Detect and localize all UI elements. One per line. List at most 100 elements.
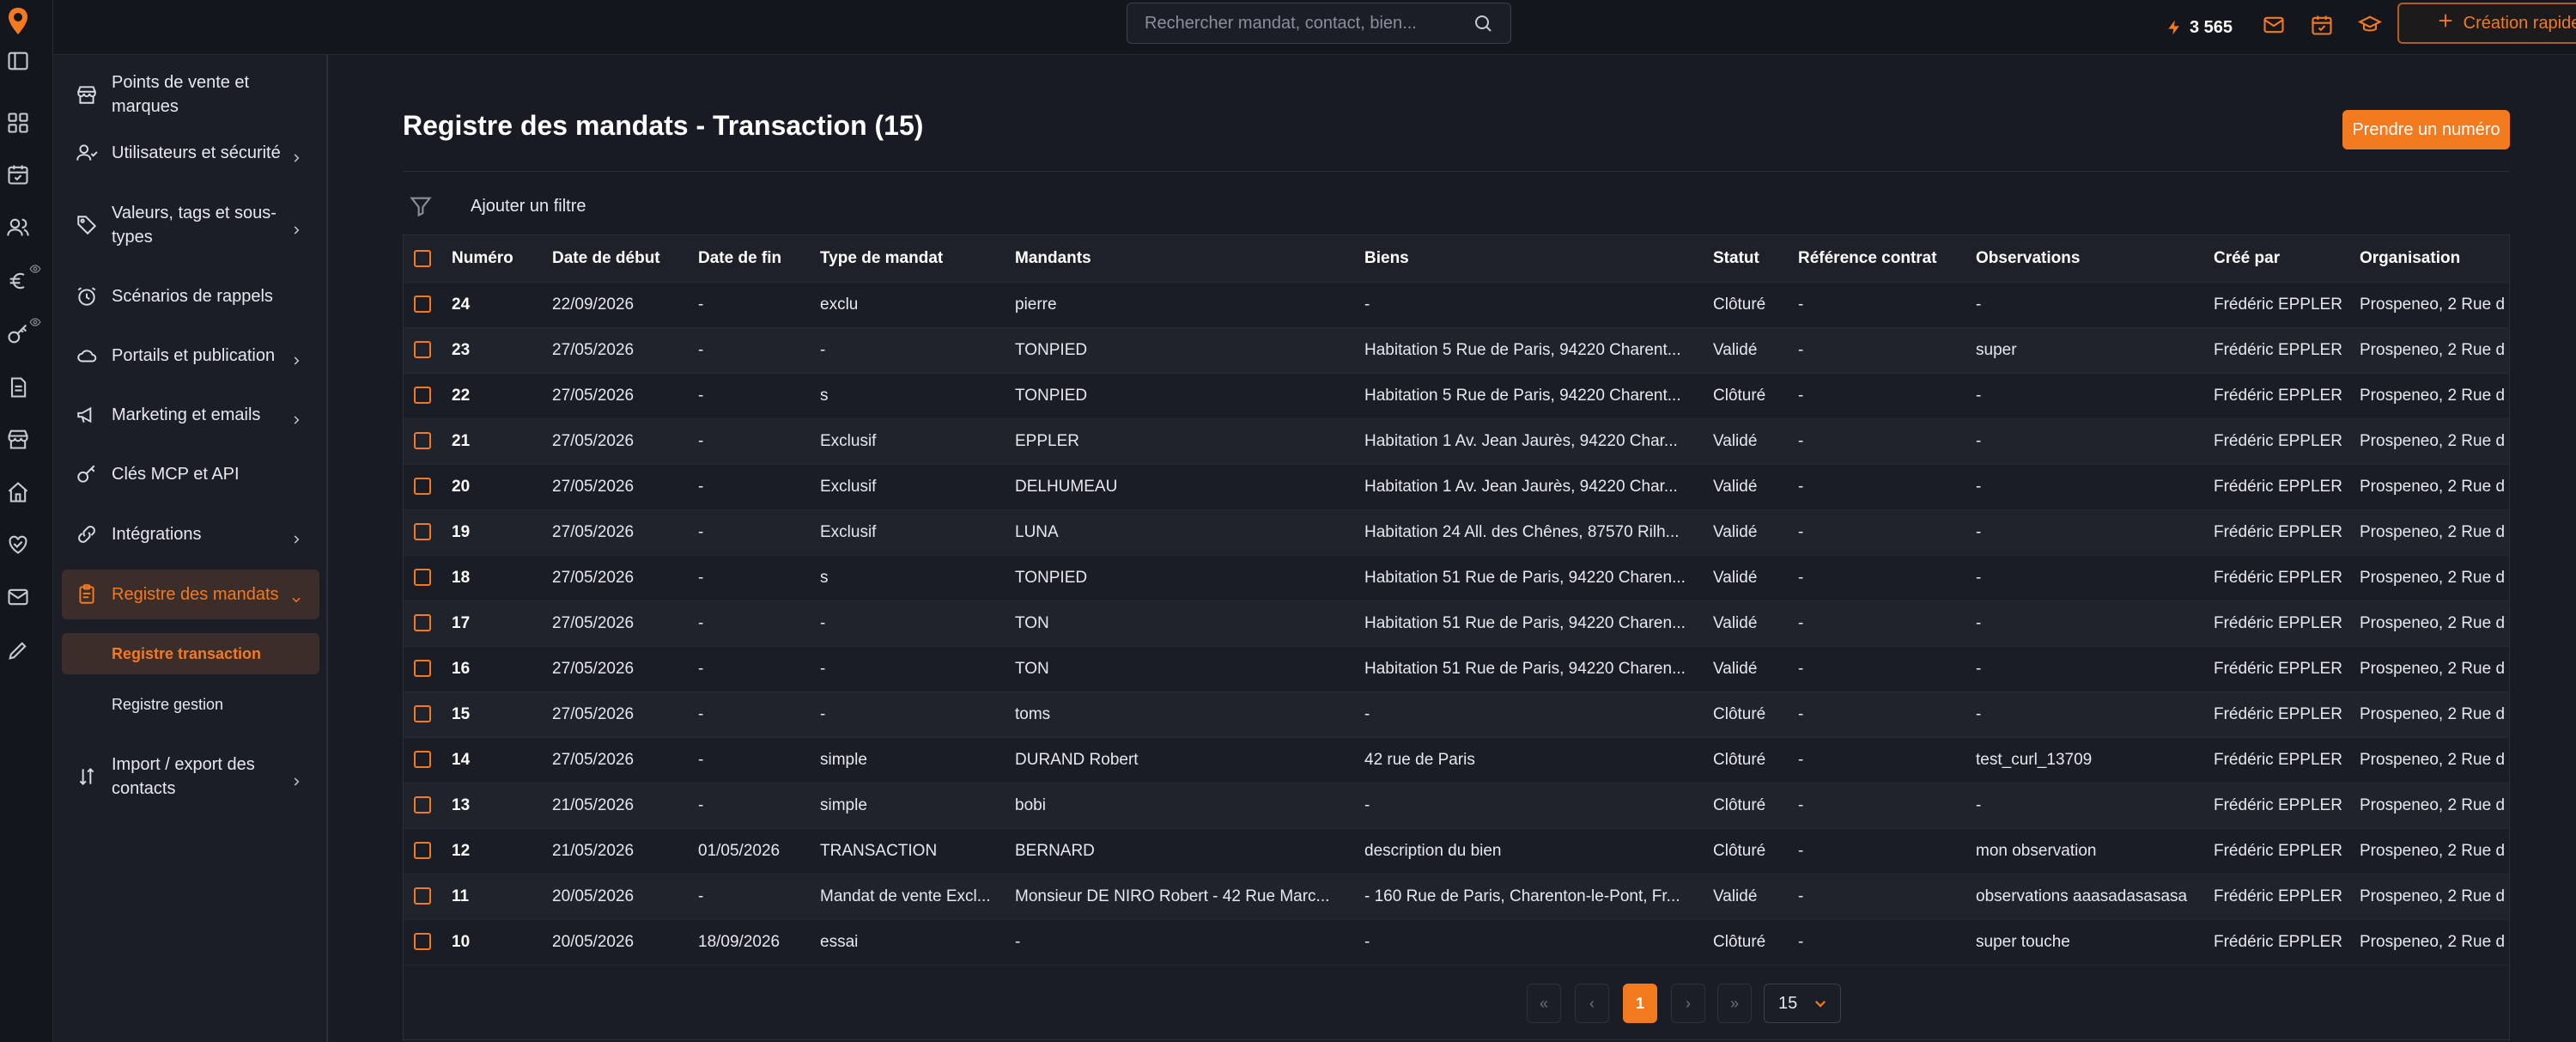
- table-cell: 21/05/2026: [552, 828, 698, 874]
- table-row[interactable]: 22 27/05/2026- s TONPIED Habitation 5 Rue de…: [404, 373, 2509, 419]
- row-checkbox[interactable]: [414, 387, 431, 405]
- sidebar-item-cles-api[interactable]: Clés MCP et API: [62, 457, 319, 491]
- sidebar-item-integrations[interactable]: Intégrations: [62, 517, 319, 551]
- last-page-button[interactable]: »: [1717, 984, 1752, 1023]
- prev-page-button[interactable]: ‹: [1575, 984, 1609, 1023]
- column-header[interactable]: Mandants: [1015, 235, 1364, 283]
- mail-icon[interactable]: [2259, 10, 2288, 40]
- sidebar-item-utilisateurs[interactable]: Utilisateurs et sécurité: [62, 136, 319, 170]
- document-icon[interactable]: [5, 375, 31, 400]
- prendre-numero-button[interactable]: Prendre un numéro: [2342, 110, 2510, 149]
- row-checkbox[interactable]: [414, 842, 431, 860]
- column-header[interactable]: Organisation: [2360, 235, 2509, 283]
- table-cell: essai: [820, 919, 1015, 966]
- sidebar-subitem-registre-transaction[interactable]: Registre transaction: [62, 633, 319, 674]
- chevron-right-icon: [290, 219, 302, 235]
- table-row[interactable]: 17 27/05/2026- - TON Habitation 51 Rue de Pa…: [404, 600, 2509, 647]
- row-checkbox[interactable]: [414, 432, 431, 450]
- quick-create-button[interactable]: Création rapide: [2397, 3, 2576, 44]
- chevron-right-icon: [290, 771, 302, 786]
- sidebar-item-registre-mandats[interactable]: Registre des mandats: [62, 570, 319, 619]
- contacts-icon[interactable]: [5, 215, 31, 241]
- table-row[interactable]: 16 27/05/2026- - TON Habitation 51 Rue de Pa…: [404, 646, 2509, 692]
- page-title: Registre des mandats - Transaction (15): [403, 110, 924, 141]
- filter-icon[interactable]: [409, 194, 433, 218]
- table-row[interactable]: 10 20/05/2026 18/09/2026 essai - - Clôturé - sup…: [404, 919, 2509, 966]
- table-row[interactable]: 12 21/05/2026 01/05/2026 TRANSACTION BERNARD…: [404, 828, 2509, 874]
- home-icon[interactable]: [5, 479, 31, 505]
- column-header[interactable]: Observations: [1976, 235, 2214, 283]
- column-header[interactable]: Date de fin: [698, 235, 820, 283]
- global-search[interactable]: [1127, 3, 1511, 44]
- row-checkbox[interactable]: [414, 478, 431, 496]
- calendar-check-icon[interactable]: [2307, 10, 2336, 40]
- page-button-current[interactable]: 1: [1623, 984, 1657, 1023]
- row-checkbox[interactable]: [414, 660, 431, 678]
- dashboard-icon[interactable]: [5, 110, 31, 136]
- table-row[interactable]: 19 27/05/2026- Exclusif LUNA Habitation 24 A…: [404, 509, 2509, 556]
- table-row[interactable]: 15 27/05/2026- - toms - Clôturé - - Frédéric EPP…: [404, 692, 2509, 738]
- table-cell: Frédéric EPPLER: [2214, 919, 2360, 966]
- table-cell: Validé: [1713, 509, 1798, 556]
- table-cell: -: [1015, 919, 1364, 966]
- add-filter-button[interactable]: Ajouter un filtre: [471, 192, 586, 220]
- table-cell: 27/05/2026: [552, 692, 698, 738]
- sidebar-item-portails[interactable]: Portails et publication: [62, 338, 319, 373]
- key-icon[interactable]: [5, 321, 31, 347]
- table-row[interactable]: 21 27/05/2026- Exclusif EPPLER Habitation 1 …: [404, 418, 2509, 465]
- table-cell: LUNA: [1015, 509, 1364, 556]
- first-page-button[interactable]: «: [1527, 984, 1561, 1023]
- row-checkbox[interactable]: [414, 887, 431, 905]
- row-checkbox[interactable]: [414, 296, 431, 314]
- sidebar-toggle-icon[interactable]: [5, 48, 31, 74]
- graduation-cap-icon[interactable]: [2355, 10, 2385, 40]
- column-header[interactable]: Référence contrat: [1798, 235, 1976, 283]
- table-cell: 27/05/2026: [552, 418, 698, 465]
- table-row[interactable]: 11 20/05/2026- Mandat de vente Excl... Mons…: [404, 874, 2509, 920]
- table-row[interactable]: 13 21/05/2026- simple bobi - Clôturé - - Frédéri…: [404, 783, 2509, 829]
- table-cell: TONPIED: [1015, 555, 1364, 601]
- column-header[interactable]: Statut: [1713, 235, 1798, 283]
- row-checkbox[interactable]: [414, 796, 431, 814]
- sidebar-item-scenarios-rappels[interactable]: Scénarios de rappels: [62, 279, 319, 314]
- table-cell: 19: [452, 509, 552, 556]
- next-page-button[interactable]: ›: [1671, 984, 1705, 1023]
- table-row[interactable]: 23 27/05/2026- - TONPIED Habitation 5 Rue de…: [404, 327, 2509, 374]
- column-header[interactable]: Date de début: [552, 235, 698, 283]
- table-row[interactable]: 18 27/05/2026- s TONPIED Habitation 51 Rue d…: [404, 555, 2509, 601]
- app-logo-icon[interactable]: [5, 5, 31, 40]
- row-checkbox[interactable]: [414, 933, 431, 951]
- sidebar-item-points-de-vente[interactable]: Points de vente et marques: [62, 69, 319, 120]
- mail-icon[interactable]: [5, 584, 31, 610]
- row-checkbox[interactable]: [414, 751, 431, 769]
- sidebar-subitem-registre-gestion[interactable]: Registre gestion: [62, 684, 319, 725]
- handshake-icon[interactable]: [5, 531, 31, 557]
- sidebar-item-valeurs-tags[interactable]: Valeurs, tags et sous-types: [62, 199, 319, 251]
- sidebar-item-import-export[interactable]: Import / export des contacts: [62, 751, 319, 802]
- row-checkbox[interactable]: [414, 614, 431, 632]
- row-checkbox[interactable]: [414, 523, 431, 541]
- arrows-updown-icon: [76, 765, 98, 788]
- column-header[interactable]: Numéro: [452, 235, 552, 283]
- row-checkbox[interactable]: [414, 341, 431, 359]
- column-header[interactable]: Biens: [1364, 235, 1713, 283]
- search-input[interactable]: [1145, 13, 1473, 34]
- credits-counter[interactable]: 3 565: [2166, 12, 2233, 43]
- sidebar-item-marketing[interactable]: Marketing et emails: [62, 398, 319, 432]
- column-header[interactable]: Créé par: [2214, 235, 2360, 283]
- table-cell: super: [1976, 327, 2214, 374]
- table-row[interactable]: 24 22/09/2026- exclu pierre - Clôturé - - Frédér…: [404, 282, 2509, 328]
- search-icon[interactable]: [1473, 13, 1493, 34]
- pencil-icon[interactable]: [5, 637, 31, 663]
- calendar-icon[interactable]: [5, 161, 31, 187]
- column-header[interactable]: Type de mandat: [820, 235, 1015, 283]
- table-row[interactable]: 20 27/05/2026- Exclusif DELHUMEAU Habitation…: [404, 464, 2509, 510]
- table-row[interactable]: 14 27/05/2026- simple DURAND Robert 42 rue d…: [404, 737, 2509, 783]
- row-checkbox[interactable]: [414, 705, 431, 723]
- euro-icon[interactable]: [5, 268, 31, 294]
- page-size-select[interactable]: 15: [1764, 984, 1841, 1023]
- storefront-icon[interactable]: [5, 426, 31, 452]
- row-checkbox[interactable]: [414, 569, 431, 587]
- table-cell: Prospeneo, 2 Rue d: [2360, 555, 2509, 601]
- select-all-checkbox[interactable]: [414, 249, 431, 267]
